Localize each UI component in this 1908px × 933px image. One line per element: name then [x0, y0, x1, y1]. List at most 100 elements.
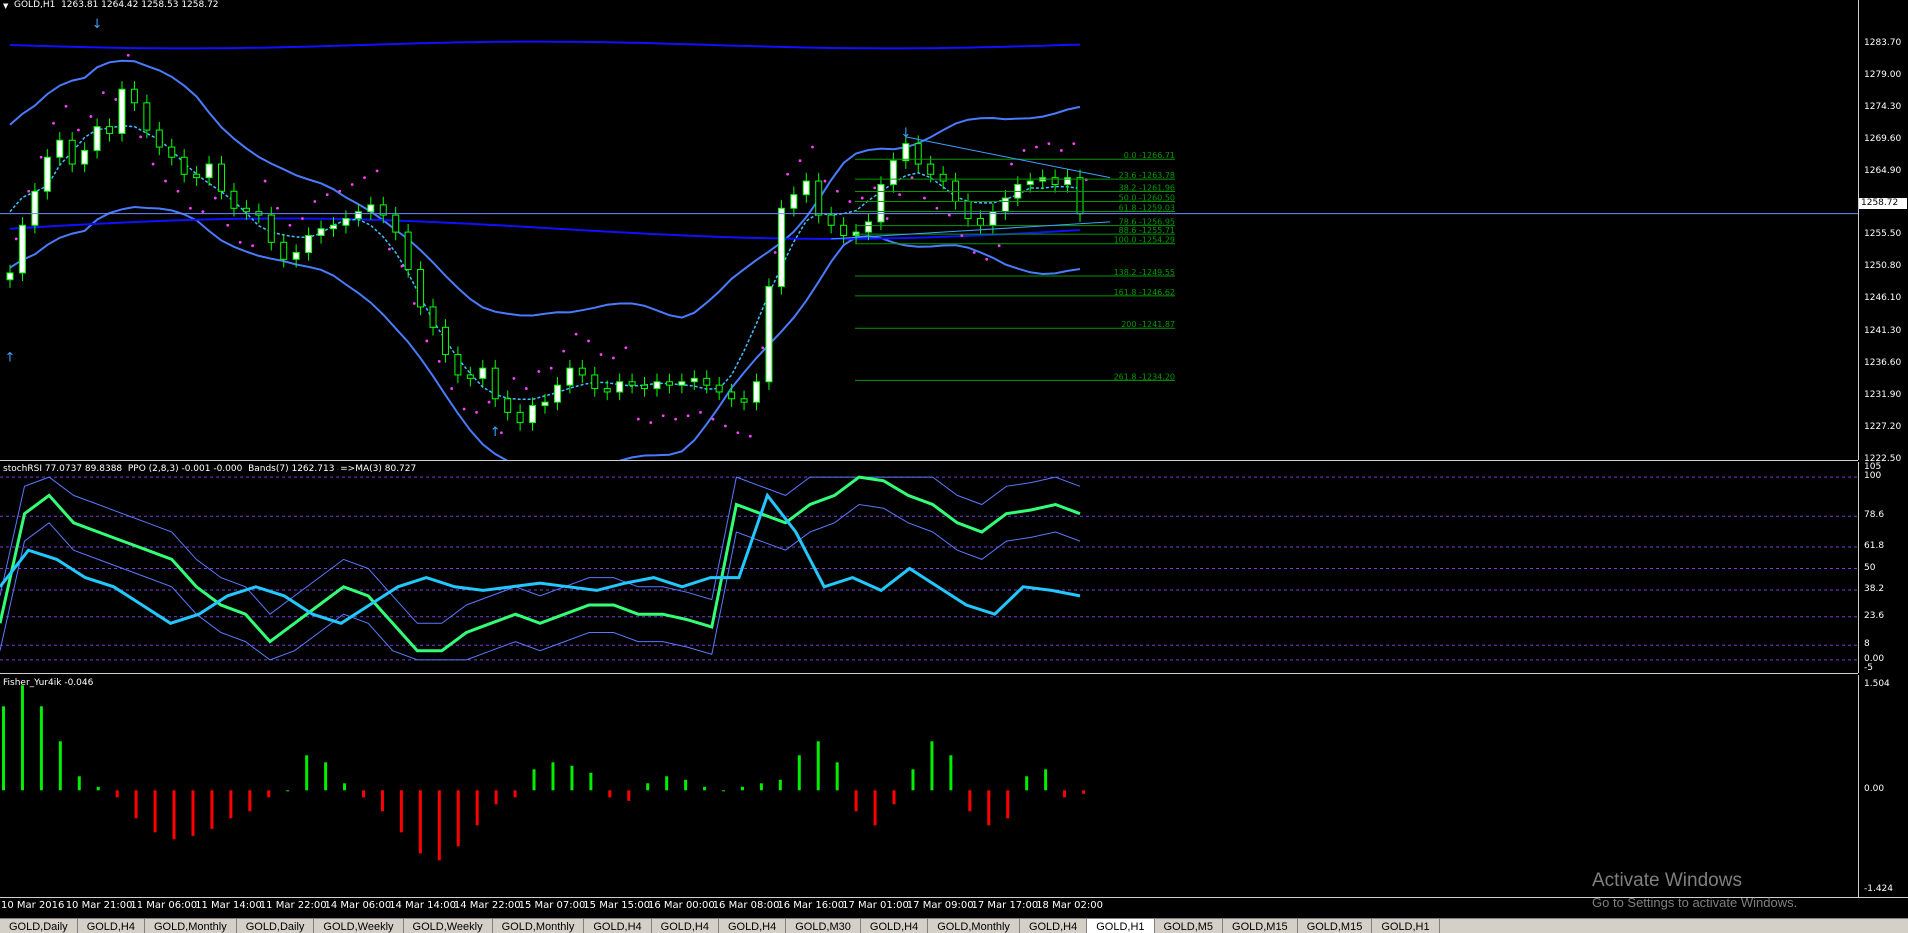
- time-tick-label: 16 Mar 16:00: [777, 900, 845, 911]
- pane-separator[interactable]: [0, 673, 1858, 674]
- parabolic-sar-dot: [811, 145, 814, 149]
- fibonacci-level-label: 161.8 -1246.62: [1114, 288, 1175, 297]
- parabolic-sar-dot: [537, 370, 541, 373]
- chart-tab[interactable]: GOLD,Weekly: [314, 919, 404, 933]
- candle-body: [130, 88, 138, 104]
- parabolic-sar-dot: [649, 421, 653, 424]
- chart-tab[interactable]: GOLD,H4: [861, 919, 929, 933]
- main-price-chart[interactable]: 0.0 -1266.71 23.6 -1263.78 38.2 -1261.9650…: [0, 0, 1858, 460]
- chart-tab[interactable]: GOLD,H4: [78, 919, 145, 933]
- chart-tab[interactable]: GOLD,H1: [1372, 919, 1440, 933]
- envelope-middle-line: [9, 217, 1081, 240]
- candle-body: [802, 180, 810, 196]
- time-tick-label: 10 Mar 21:00: [65, 900, 133, 911]
- bollinger-upper-band: [9, 59, 1081, 319]
- stochrsi-tick-label: 23.6: [1864, 610, 1885, 621]
- fisher-pane[interactable]: Fisher_Yur4ik -0.046 1.504 0.00 -1.424: [0, 675, 1908, 897]
- time-tick-label: 11 Mar 22:00: [259, 900, 327, 911]
- chart-tab[interactable]: GOLD,H4: [1020, 919, 1088, 933]
- stochrsi-tick-label: -5: [1864, 663, 1873, 673]
- main-price-pane[interactable]: 0.0 -1266.71 23.6 -1263.78 38.2 -1261.96 50…: [0, 0, 1908, 464]
- chart-tab[interactable]: GOLD,M15: [1223, 919, 1298, 933]
- time-tick-label: 15 Mar 07:00: [518, 900, 586, 911]
- parabolic-sar-dot: [524, 387, 528, 390]
- main-pane-label: GOLD,H1 1263.81 1264.42 1258.53 1258.72: [14, 0, 219, 10]
- stochrsi-pane[interactable]: stochRSI 77.0737 89.8388 PPO (2,8,3) -0.…: [0, 462, 1908, 673]
- chart-tab[interactable]: GOLD,H1: [1087, 919, 1155, 933]
- parabolic-sar-dot: [375, 169, 379, 173]
- parabolic-sar-dot: [985, 257, 989, 261]
- candle-body: [106, 126, 114, 134]
- candle-body: [840, 224, 848, 236]
- parabolic-sar-dot: [823, 179, 827, 183]
- price-tick-label: 1231.90: [1864, 390, 1902, 401]
- candle-body: [914, 143, 922, 165]
- parabolic-sar-dot: [711, 417, 715, 421]
- parabolic-sar-dot: [238, 240, 242, 244]
- chart-tab[interactable]: GOLD,Daily: [0, 919, 78, 933]
- parabolic-sar-dot: [276, 206, 279, 210]
- parabolic-sar-dot: [325, 193, 329, 197]
- parabolic-sar-dot: [338, 189, 342, 193]
- candle-body: [628, 381, 636, 386]
- candle-body: [93, 126, 101, 151]
- parabolic-sar-dot: [549, 366, 553, 370]
- fisher-chart[interactable]: [0, 675, 1858, 897]
- candle-body: [591, 374, 599, 390]
- parabolic-sar-dot: [923, 196, 926, 200]
- parabolic-sar-dot: [139, 135, 143, 139]
- chart-tab[interactable]: GOLD,M5: [1155, 919, 1224, 933]
- candle-body: [305, 234, 313, 254]
- candle-body: [280, 241, 288, 260]
- pane-separator[interactable]: [0, 460, 1858, 461]
- chart-tab[interactable]: GOLD,M15: [1298, 919, 1373, 933]
- candle-body: [230, 190, 238, 209]
- candle-body: [889, 160, 897, 185]
- chart-tab[interactable]: GOLD,Daily: [237, 919, 315, 933]
- fisher-bar-positive: [835, 762, 839, 791]
- chart-tab[interactable]: GOLD,H4: [652, 919, 719, 933]
- parabolic-sar-dot: [848, 200, 852, 203]
- time-tick-label: 16 Mar 08:00: [712, 900, 780, 911]
- stochrsi-chart[interactable]: [0, 462, 1858, 673]
- price-tick-label: 1279.00: [1864, 69, 1902, 80]
- price-tick-label: 1269.60: [1864, 133, 1902, 144]
- parabolic-sar-dot: [972, 251, 976, 254]
- fibonacci-level-label: 261.8 -1234.20: [1114, 372, 1175, 381]
- time-tick-label: 17 Mar 09:00: [906, 900, 974, 911]
- chart-tab[interactable]: GOLD,H4: [584, 919, 652, 933]
- chart-tab[interactable]: GOLD,Monthly: [928, 919, 1020, 933]
- parabolic-sar-dot: [574, 332, 578, 336]
- chart-tab[interactable]: GOLD,Monthly: [145, 919, 237, 933]
- candle-body: [578, 367, 586, 376]
- parabolic-sar-dot: [736, 431, 740, 435]
- chart-tab[interactable]: GOLD,Monthly: [493, 919, 585, 933]
- stochrsi-pane-label: stochRSI 77.0737 89.8388 PPO (2,8,3) -0.…: [3, 464, 417, 474]
- parabolic-sar-dot: [164, 179, 167, 183]
- time-tick-label: 18 Mar 02:00: [1036, 900, 1103, 911]
- parabolic-sar-dot: [14, 237, 18, 241]
- time-tick-label: 14 Mar 22:00: [453, 900, 521, 911]
- candle-body: [417, 269, 425, 308]
- parabolic-sar-dot: [101, 91, 105, 95]
- parabolic-sar-dot: [661, 414, 665, 418]
- fisher-bar-negative: [210, 790, 214, 829]
- fibonacci-level-label: 138.2 -1249.55: [1114, 268, 1175, 277]
- fisher-bar-positive: [930, 741, 934, 791]
- fibonacci-level-label: 100.0 -1254.29: [1114, 236, 1175, 245]
- chart-tab[interactable]: GOLD,M30: [786, 919, 861, 933]
- parabolic-sar-dot: [475, 410, 478, 414]
- parabolic-sar-dot: [873, 186, 877, 190]
- chart-tab[interactable]: GOLD,H4: [719, 919, 787, 933]
- collapse-arrow-icon[interactable]: ▼: [3, 2, 8, 10]
- fractal-arrow-icon: ↓: [92, 17, 103, 32]
- candle-body: [603, 388, 611, 393]
- parabolic-sar-dot: [77, 128, 80, 132]
- parabolic-sar-dot: [562, 349, 566, 353]
- fisher-bar-negative: [172, 790, 176, 840]
- fibonacci-level-label: 88.6 -1255.71: [1119, 226, 1175, 235]
- candle-body: [354, 211, 362, 219]
- candle-body: [541, 401, 549, 407]
- chart-tab[interactable]: GOLD,Weekly: [404, 919, 493, 933]
- fisher-bar-negative: [513, 790, 517, 798]
